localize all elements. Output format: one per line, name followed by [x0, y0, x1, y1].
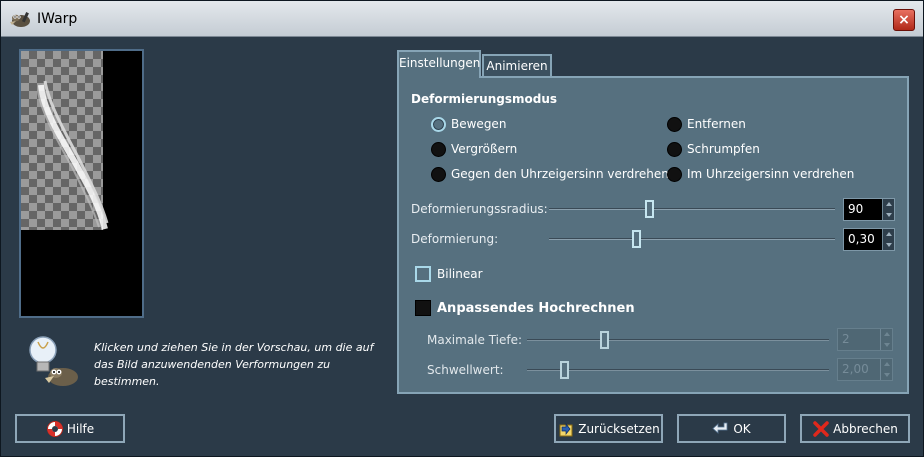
- radio-indicator: [431, 116, 446, 132]
- tab-label: Animieren: [486, 59, 548, 73]
- ok-button[interactable]: OK: [677, 414, 786, 443]
- spin-down-icon[interactable]: [884, 373, 890, 377]
- amount-value: 0,30: [848, 232, 875, 246]
- threshold-slider-track[interactable]: [527, 369, 829, 371]
- amount-spinbutton[interactable]: 0,30: [843, 228, 895, 251]
- spin-arrows[interactable]: [882, 199, 894, 220]
- bilinear-label: Bilinear: [437, 267, 483, 281]
- close-button[interactable]: ×: [893, 9, 915, 31]
- help-button-label: Hilfe: [66, 421, 95, 436]
- preview-area[interactable]: [19, 49, 144, 318]
- tab-einstellungen[interactable]: Einstellungen: [397, 50, 481, 78]
- threshold-value: 2,00: [842, 362, 869, 376]
- iwarp-dialog: IWarp × Klicken und ziehen Sie in der Vo…: [0, 0, 924, 457]
- enter-arrow-icon: [712, 422, 728, 434]
- max-depth-slider-track[interactable]: [527, 339, 829, 341]
- threshold-label: Schwellwert:: [427, 363, 504, 377]
- spin-up-icon[interactable]: [886, 202, 892, 206]
- reset-button-label: Zurücksetzen: [578, 421, 660, 436]
- title-bar: IWarp ×: [1, 1, 923, 37]
- max-depth-label: Maximale Tiefe:: [427, 333, 523, 347]
- radius-spinbutton[interactable]: 90: [843, 198, 895, 221]
- radio-indicator: [667, 116, 682, 132]
- radius-slider-track[interactable]: [549, 208, 835, 210]
- radio-label: Vergrößern: [451, 142, 518, 156]
- checkbox-indicator: [415, 266, 431, 282]
- threshold-slider-handle[interactable]: [560, 361, 569, 379]
- radio-indicator: [667, 141, 682, 157]
- amount-label: Deformierung:: [411, 232, 499, 246]
- help-button[interactable]: Hilfe: [15, 414, 125, 443]
- spin-down-icon[interactable]: [886, 213, 892, 217]
- radio-label: Gegen den Uhrzeigersinn verdrehen: [451, 167, 669, 181]
- lifebuoy-icon: [46, 420, 63, 437]
- hint-wilber-lightbulb-icon: [29, 336, 78, 386]
- radio-label: Entfernen: [687, 117, 746, 131]
- preview-image: [37, 80, 109, 230]
- ok-button-label: OK: [733, 421, 751, 436]
- radio-indicator: [431, 141, 446, 157]
- max-depth-spinbutton[interactable]: 2: [837, 328, 893, 351]
- threshold-spinbutton[interactable]: 2,00: [837, 358, 893, 381]
- radius-label: Deformierungssradius:: [411, 202, 548, 216]
- radio-entfernen[interactable]: Entfernen: [667, 115, 746, 133]
- revert-icon: [559, 422, 573, 436]
- cancel-button-label: Abbrechen: [833, 421, 898, 436]
- radio-gegen-uhrzeigersinn[interactable]: Gegen den Uhrzeigersinn verdrehen: [431, 165, 669, 183]
- cancel-button[interactable]: Abbrechen: [800, 414, 910, 443]
- spin-down-icon[interactable]: [886, 243, 892, 247]
- supersample-label: Anpassendes Hochrechnen: [437, 300, 635, 316]
- amount-slider-track[interactable]: [549, 238, 835, 240]
- spin-down-icon[interactable]: [884, 343, 890, 347]
- hint-line: bestimmen.: [94, 375, 160, 388]
- tab-label: Einstellungen: [399, 56, 481, 70]
- cancel-x-icon: [813, 420, 829, 437]
- bilinear-checkbox[interactable]: Bilinear: [415, 266, 483, 282]
- amount-slider-handle[interactable]: [632, 230, 641, 248]
- radio-vergroessern[interactable]: Vergrößern: [431, 140, 517, 158]
- window-title: IWarp: [37, 11, 78, 27]
- reset-button[interactable]: Zurücksetzen: [554, 414, 663, 443]
- radius-value: 90: [848, 202, 864, 216]
- radio-bewegen[interactable]: Bewegen: [431, 115, 506, 133]
- gimp-icon: [10, 12, 30, 27]
- close-icon: ×: [898, 12, 910, 28]
- spin-up-icon[interactable]: [886, 232, 892, 236]
- spin-arrows[interactable]: [880, 329, 892, 350]
- radio-im-uhrzeigersinn[interactable]: Im Uhrzeigersinn verdrehen: [667, 165, 854, 183]
- radio-label: Bewegen: [451, 117, 507, 131]
- radio-indicator: [667, 166, 682, 182]
- hint-text: Klicken und ziehen Sie in der Vorschau, …: [94, 339, 386, 389]
- spin-arrows[interactable]: [880, 359, 892, 380]
- max-depth-value: 2: [842, 332, 850, 346]
- checkbox-indicator: [415, 300, 431, 316]
- radio-label: Im Uhrzeigersinn verdrehen: [687, 167, 855, 181]
- supersample-checkbox[interactable]: Anpassendes Hochrechnen: [415, 300, 635, 316]
- spin-up-icon[interactable]: [884, 362, 890, 366]
- radio-schrumpfen[interactable]: Schrumpfen: [667, 140, 760, 158]
- radio-label: Schrumpfen: [687, 142, 760, 156]
- radio-indicator: [431, 166, 446, 182]
- spin-arrows[interactable]: [882, 229, 894, 250]
- mode-section-title: Deformierungsmodus: [411, 92, 557, 106]
- hint-line: Klicken und ziehen Sie in der Vorschau, …: [94, 341, 374, 354]
- tab-animieren[interactable]: Animieren: [482, 54, 552, 78]
- spin-up-icon[interactable]: [884, 332, 890, 336]
- hint-line: das Bild anzuwendenden Verformungen zu: [94, 358, 331, 371]
- max-depth-slider-handle[interactable]: [600, 331, 609, 349]
- radius-slider-handle[interactable]: [645, 200, 654, 218]
- settings-panel: Deformierungsmodus Bewegen Entfernen Ver…: [397, 76, 909, 394]
